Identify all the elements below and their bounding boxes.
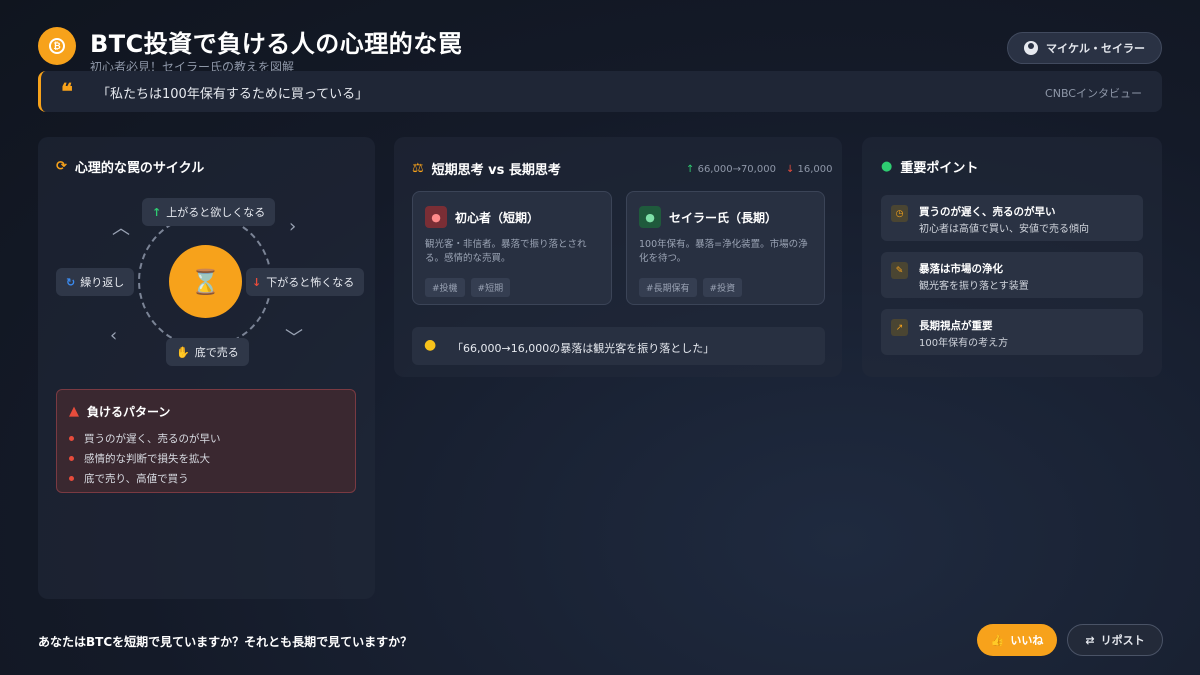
key-point-item: ◷ 買うのが遅く、売るのが早い 初心者は高値で買い、安値で売る傾向 [881,195,1143,241]
tip-text: 「66,000→16,000の暴落は観光客を振り落とした」 [452,342,715,355]
warning-icon: ▲ [69,404,79,419]
chart-icon: ↗ [891,319,908,336]
arrow-up-icon: ↑ [152,205,162,219]
key-point-item: ✎ 暴落は市場の浄化 観光客を振り落とす装置 [881,252,1143,298]
hand-icon: ✋ [176,345,190,359]
arrow-down-icon: ↓ [252,275,262,289]
user-icon [1024,41,1038,55]
scale-icon: ⚖ [412,161,424,176]
tag: #投機 [425,278,465,297]
lose-pattern-header: ▲ 負けるパターン [69,404,171,419]
page-title: BTC投資で負ける人の心理的な罠 [90,30,463,58]
user-profile-button[interactable]: マイケル・セイラー [1007,32,1162,64]
quote-icon: ❝ [61,79,73,105]
cycle-step-down: ↓ 下がると怖くなる [246,268,365,296]
user-name: マイケル・セイラー [1046,42,1145,55]
cycle-step-up: ↑ 上がると欲しくなる [142,198,276,226]
list-item: 底で売り、高値で買う [69,468,221,488]
quote-text: 「私たちは100年保有するために買っている」 [97,87,369,102]
lose-pattern-box: ▲ 負けるパターン 買うのが遅く、売るのが早い 感情的な判断で損失を拡大 底で売… [56,389,356,493]
compare-panel-title: 短期思考 vs 長期思考 [431,163,561,178]
thumbs-up-icon: 👍 [990,633,1005,647]
cycle-panel-title: 心理的な罠のサイクル [74,161,205,176]
key-point-item: ↗ 長期視点が重要 100年保有の考え方 [881,309,1143,355]
tag: #長期保有 [639,278,697,297]
tag: #投資 [702,278,743,297]
user-icon: ● [425,206,447,228]
chevron-up-icon: ︿ [112,218,130,239]
footer-question: あなたはBTCを短期で見ていますか？それとも長期で見ていますか？ [38,635,413,649]
list-item: 買うのが遅く、売るのが早い [69,428,221,448]
hourglass-icon: ⌛ [169,245,242,318]
cycle-panel-header: ⟳ 心理的な罠のサイクル [56,157,204,176]
chevron-down-icon: ﹀ [285,328,303,349]
repost-icon: ⇄ [1085,633,1095,647]
tip-box: ● 「66,000→16,000の暴落は観光客を振り落とした」 [412,327,825,365]
card-description: 100年保有。暴落=浄化装置。市場の浄化を待つ。 [639,239,808,264]
key-points-header: ● 重要ポイント [881,159,979,176]
arrow-down-icon: ↓ [785,164,795,175]
cycle-step-repeat: ↻ 繰り返し [56,268,135,296]
beginner-card: ● 初心者（短期） 観光客・非信者。暴落で振り落とされる。感情的な売買。 #投機… [412,191,612,305]
chevron-left-icon: ‹ [110,325,118,346]
broom-icon: ✎ [891,262,908,279]
check-circle-icon: ● [881,159,893,174]
tag: #短期 [470,278,511,297]
bitcoin-logo-icon: ₿ [38,27,76,65]
chevron-right-icon: › [289,216,297,237]
arrow-up-icon: ↑ [686,164,695,175]
user-icon: ● [639,206,661,228]
saylor-card: ● セイラー氏（長期） 100年保有。暴落=浄化装置。市場の浄化を待つ。 #長期… [626,191,825,305]
refresh-icon: ⟳ [56,159,67,174]
repost-button[interactable]: ⇄ リポスト [1067,624,1163,656]
quote-source: CNBCインタビュー [1045,87,1142,100]
cycle-step-sell: ✋ 底で売る [166,338,249,366]
quote-bar: ❝ 「私たちは100年保有するために買っている」 CNBCインタビュー [38,71,1162,112]
lightbulb-icon: ● [424,337,437,353]
loop-icon: ↻ [66,275,76,289]
price-stats: ↑ 66,000→70,000 ↓ 16,000 [686,164,833,175]
list-item: 感情的な判断で損失を拡大 [69,448,221,468]
like-button[interactable]: 👍 いいね [977,624,1057,656]
compare-panel-header: ⚖ 短期思考 vs 長期思考 [412,159,561,178]
card-description: 観光客・非信者。暴落で振り落とされる。感情的な売買。 [425,239,587,264]
lose-pattern-list: 買うのが遅く、売るのが早い 感情的な判断で損失を拡大 底で売り、高値で買う [69,428,221,488]
clock-icon: ◷ [891,205,908,222]
